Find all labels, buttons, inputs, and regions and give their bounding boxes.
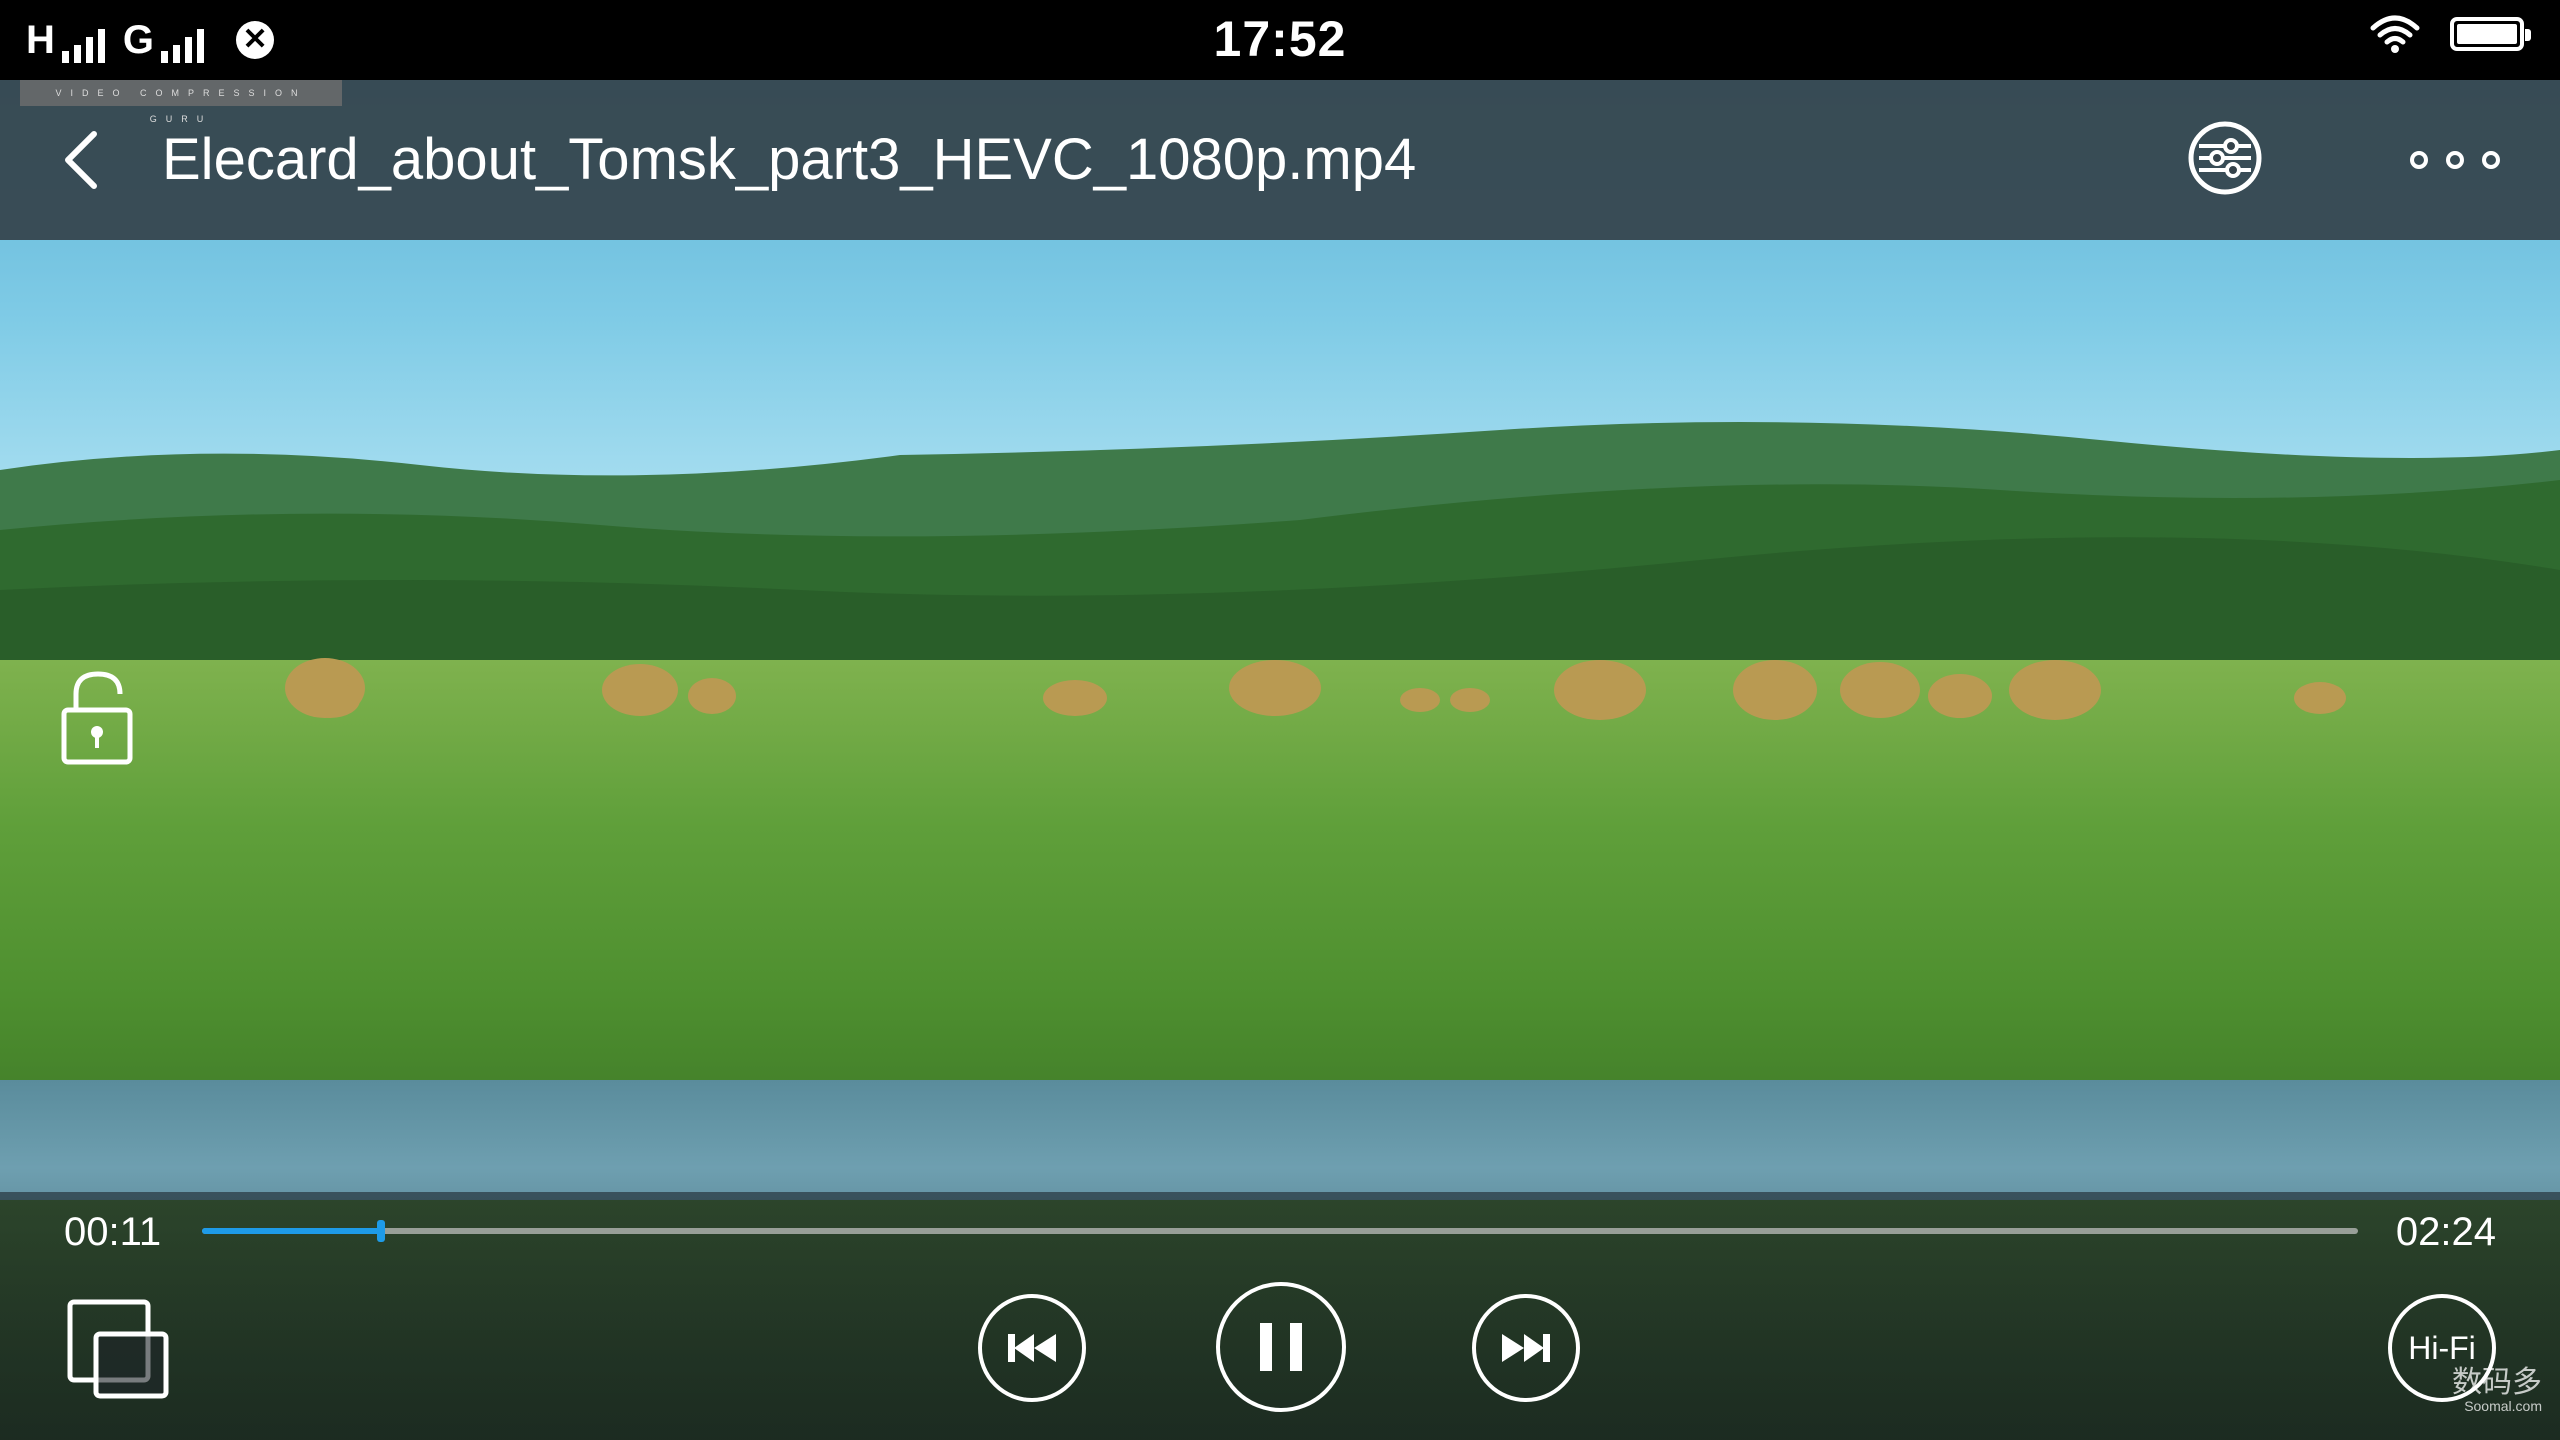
pip-icon[interactable] <box>66 1298 170 1402</box>
hifi-label: Hi-Fi <box>2408 1329 2476 1366</box>
back-icon[interactable] <box>50 122 120 198</box>
video-title: Elecard_about_Tomsk_part3_HEVC_1080p.mp4 <box>162 127 1417 192</box>
status-bar: H G ✕ 17:52 <box>0 0 2560 80</box>
title-bar: VIDEO COMPRESSION GURU Elecard_about_Tom… <box>0 80 2560 240</box>
unlock-icon[interactable] <box>58 668 138 768</box>
next-icon <box>1502 1334 1550 1362</box>
seek-bar-thumb[interactable] <box>376 1220 385 1242</box>
video-hay-bales <box>285 658 2346 720</box>
site-watermark: 数码多 Soomal.com <box>2452 1366 2542 1415</box>
next-button[interactable] <box>1472 1294 1580 1402</box>
seek-bar-progress <box>202 1228 381 1234</box>
seek-bar[interactable] <box>202 1220 2358 1242</box>
video-watermark: VIDEO COMPRESSION GURU <box>20 80 342 124</box>
share-icon[interactable] <box>2185 118 2265 198</box>
wifi-icon <box>2370 15 2420 53</box>
more-icon[interactable] <box>2410 130 2500 190</box>
current-time: 00:11 <box>64 1210 162 1254</box>
site-watermark-url: Soomal.com <box>2464 1398 2542 1414</box>
video-field <box>0 660 2560 1140</box>
video-treeline <box>0 422 2560 660</box>
pause-icon <box>1260 1323 1302 1371</box>
pause-button[interactable] <box>1216 1282 1346 1412</box>
previous-icon <box>1008 1334 1056 1362</box>
previous-button[interactable] <box>978 1294 1086 1402</box>
clock: 17:52 <box>1213 11 1347 67</box>
site-watermark-name: 数码多 <box>2452 1366 2542 1399</box>
battery-icon <box>2450 17 2531 51</box>
playback-controls: 00:11 02:24 Hi-Fi 数码多 Soomal.com <box>0 1192 2560 1440</box>
total-duration: 02:24 <box>2395 1210 2496 1254</box>
